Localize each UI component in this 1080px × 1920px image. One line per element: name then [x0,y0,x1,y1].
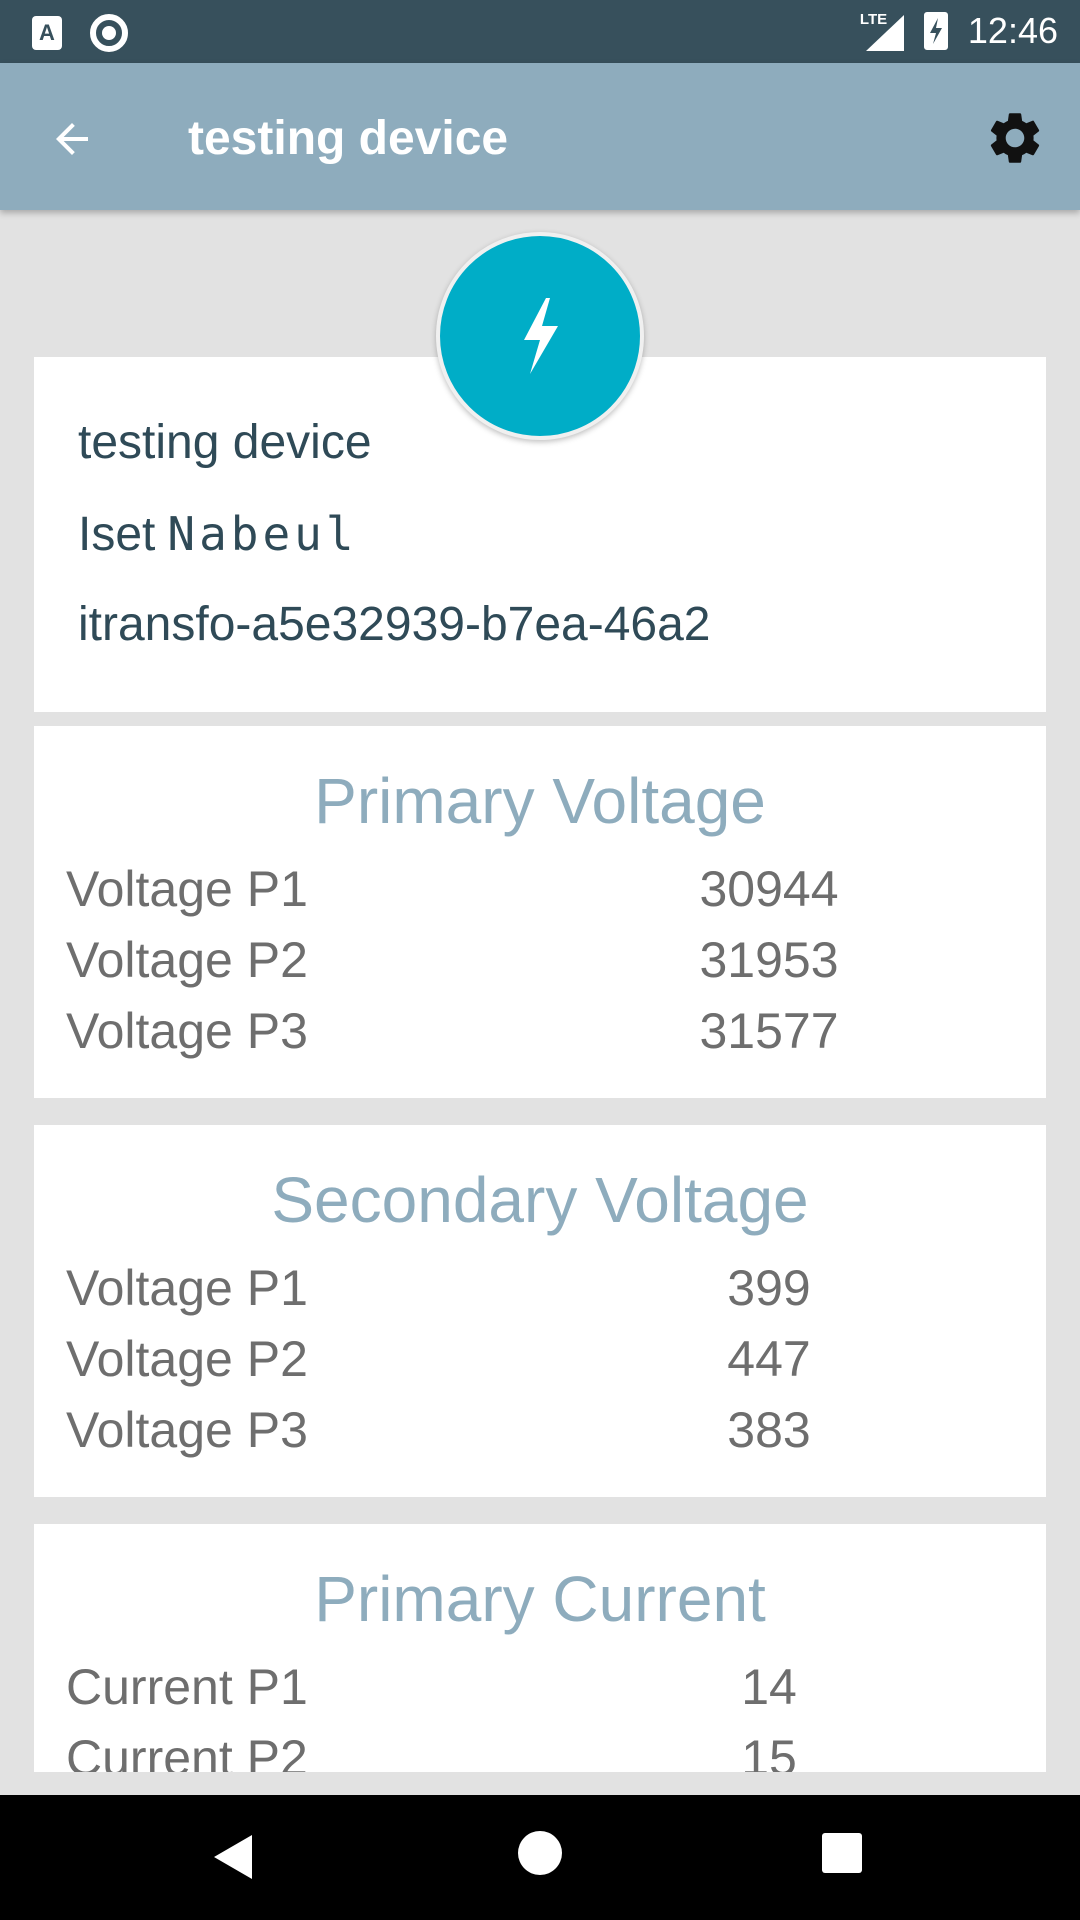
nav-home-icon[interactable] [518,1831,562,1875]
nav-recents-icon[interactable] [822,1833,862,1873]
table-row: Voltage P3 31577 [66,1002,966,1072]
primary-current-card: Primary Current Current P1 14 Current P2… [34,1524,1046,1772]
table-row: Voltage P2 447 [66,1330,966,1400]
row-value: 31577 [699,1003,839,1059]
table-row: Voltage P2 31953 [66,931,966,1001]
gear-icon [990,113,1040,163]
table-row: Voltage P1 30944 [66,860,966,930]
table-row: Voltage P1 399 [66,1259,966,1329]
row-value: 447 [727,1331,811,1387]
table-row: Voltage P3 383 [66,1401,966,1471]
table-row: Current P2 15 [66,1729,966,1772]
row-value: 31953 [699,932,839,988]
row-value: 14 [741,1659,797,1715]
settings-button[interactable] [980,103,1050,173]
status-time: 12:46 [967,10,1058,51]
row-label: Voltage P3 [66,1003,308,1059]
page-title: testing device [188,112,509,165]
row-label: Voltage P1 [66,861,308,917]
section-title: Primary Voltage [314,765,766,837]
device-location: Iset Nabeul [78,507,358,562]
primary-voltage-card: Primary Voltage Voltage P1 30944 Voltage… [34,726,1046,1098]
back-button[interactable] [40,107,104,171]
section-title: Primary Current [314,1563,766,1635]
location-city: Nabeul [167,507,358,561]
a-notification-icon: A [32,16,62,50]
battery-charging-icon [923,12,948,50]
row-value: 383 [727,1402,811,1458]
row-label: Voltage P3 [66,1402,308,1458]
row-label: Current P1 [66,1659,308,1715]
row-label: Voltage P1 [66,1260,308,1316]
section-title: Secondary Voltage [271,1164,809,1236]
row-label: Voltage P2 [66,932,308,988]
lightning-bolt-icon [524,298,558,374]
lte-signal-icon: LTE [860,11,904,51]
circle-record-icon [90,14,128,52]
location-prefix: Iset [78,508,156,561]
status-bar: A LTE 12:46 [0,0,1080,63]
row-value: 30944 [699,861,839,917]
arrow-left-icon [56,123,88,155]
row-value: 399 [727,1260,811,1316]
device-name: testing device [78,416,372,469]
app-bar: testing device [0,63,1080,210]
table-row: Current P1 14 [66,1658,966,1728]
system-nav-bar [0,1795,1080,1920]
device-avatar [436,232,644,440]
content-scroll[interactable]: testing device Iset Nabeul itransfo-a5e32… [0,210,1080,1772]
nav-back-icon[interactable] [212,1833,254,1881]
row-label: Current P2 [66,1730,308,1772]
secondary-voltage-card: Secondary Voltage Voltage P1 399 Voltage… [34,1125,1046,1497]
device-id: itransfo-a5e32939-b7ea-46a2 [78,598,711,651]
row-label: Voltage P2 [66,1331,308,1387]
row-value: 15 [741,1730,797,1772]
